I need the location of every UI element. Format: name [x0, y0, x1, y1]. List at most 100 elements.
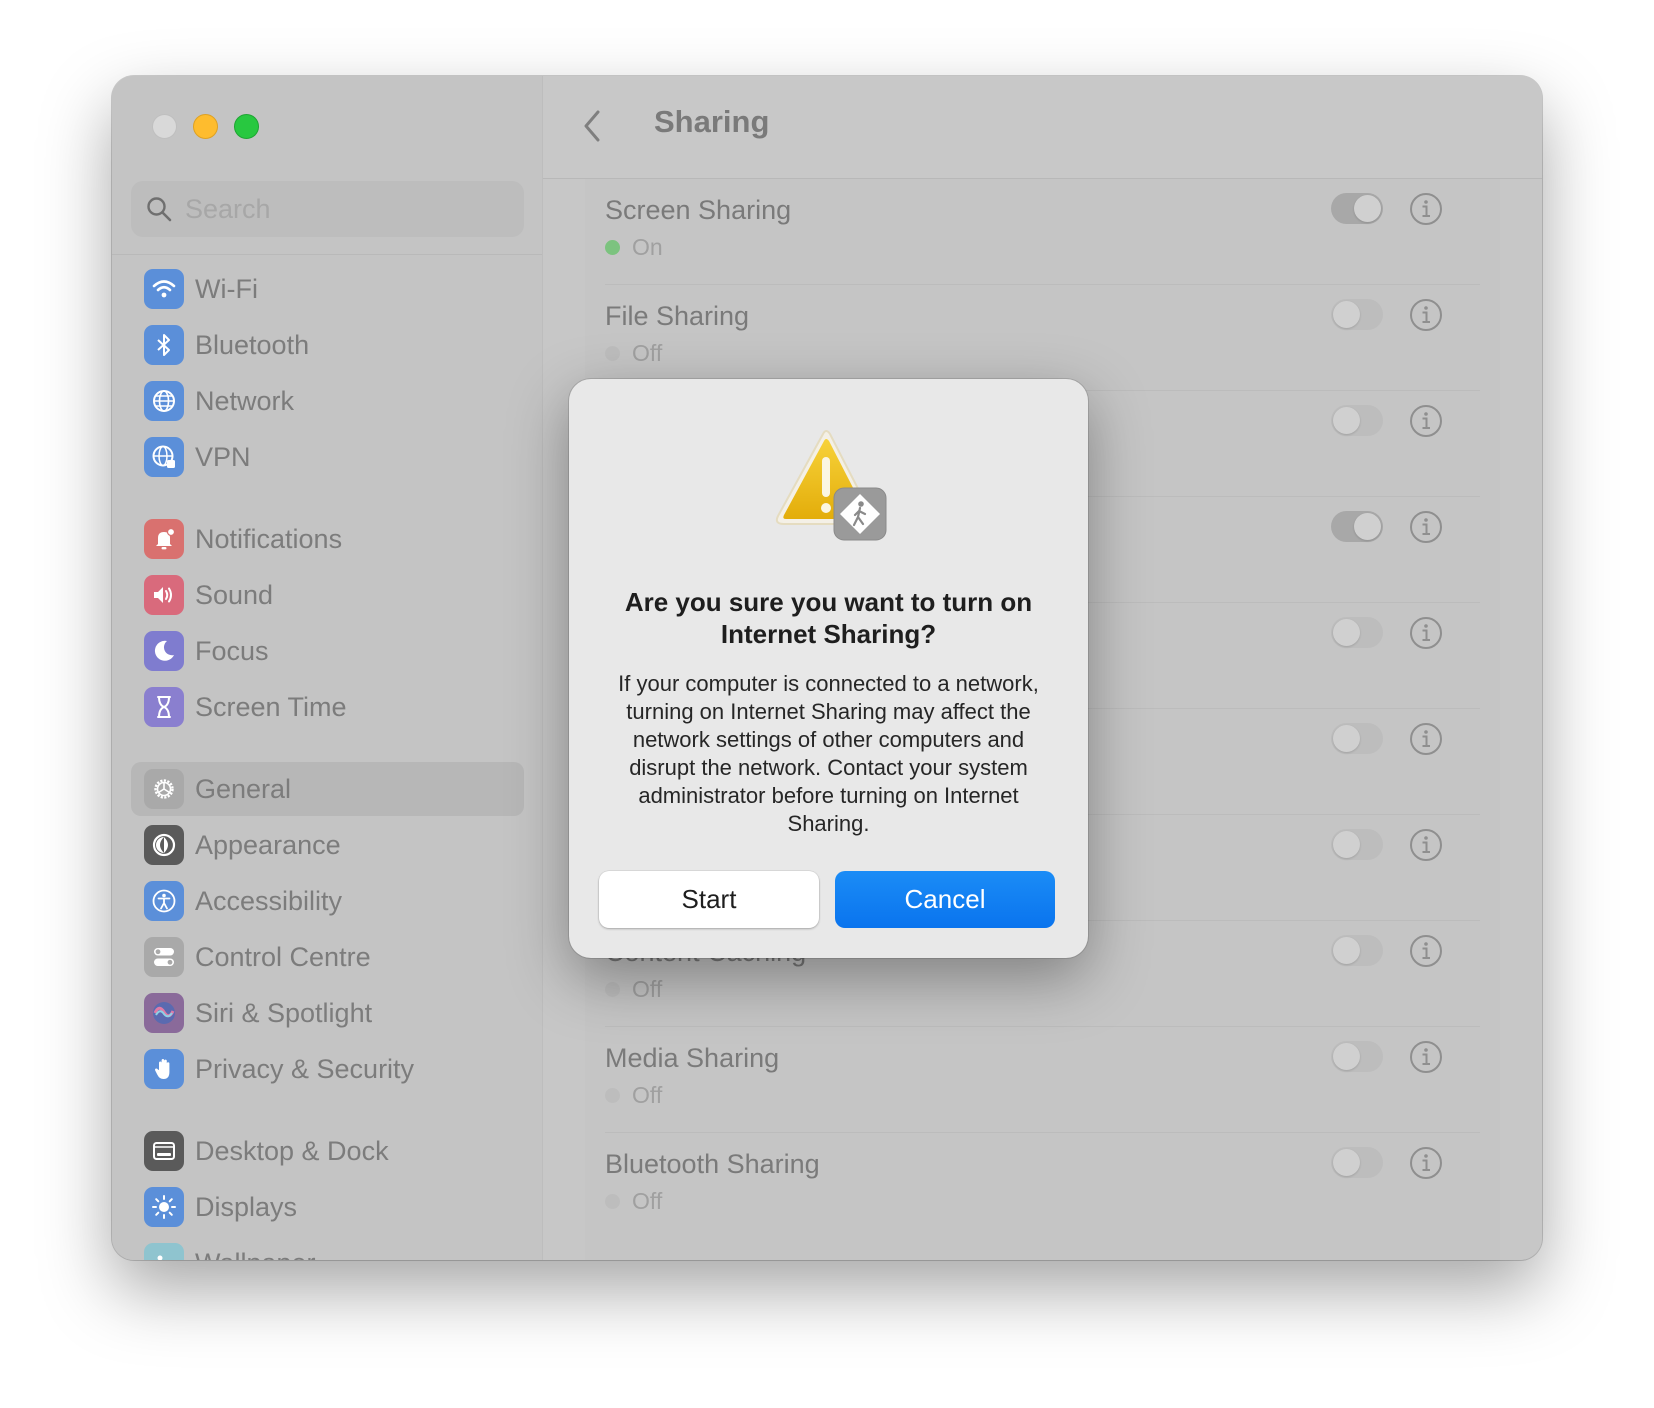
toggle-knob — [1333, 937, 1360, 964]
info-icon[interactable] — [1409, 1146, 1443, 1180]
sidebar-item-label: Displays — [195, 1191, 298, 1222]
moon-icon — [144, 631, 184, 671]
minimize-button[interactable] — [193, 114, 218, 139]
toggle-knob — [1333, 831, 1360, 858]
sidebar-item-screen-time[interactable]: Screen Time — [131, 680, 524, 734]
close-button[interactable] — [152, 114, 177, 139]
sidebar-item-displays[interactable]: Displays — [131, 1180, 524, 1234]
sidebar-item-focus[interactable]: Focus — [131, 624, 524, 678]
cancel-button[interactable]: Cancel — [835, 871, 1055, 928]
info-icon[interactable] — [1409, 934, 1443, 968]
bell-icon — [144, 519, 184, 559]
dialog-message: If your computer is connected to a netwo… — [618, 671, 1039, 836]
sidebar-item-control-centre[interactable]: Control Centre — [131, 930, 524, 984]
chevron-left-icon — [584, 110, 600, 142]
info-icon[interactable] — [1409, 722, 1443, 756]
sidebar-divider — [112, 254, 542, 255]
confirmation-dialog: Are you sure you want to turn on Interne… — [569, 379, 1088, 958]
service-toggle[interactable] — [1331, 617, 1383, 648]
sidebar-item-label: General — [195, 773, 292, 804]
status-text: Off — [632, 976, 663, 1002]
sharing-row: Bluetooth Sharing Off — [585, 1133, 1500, 1239]
sidebar-item-label: Screen Time — [195, 691, 347, 722]
siri-icon — [144, 993, 184, 1033]
sidebar-item-label: Sound — [195, 579, 274, 610]
service-toggle[interactable] — [1331, 405, 1383, 436]
search-input[interactable] — [185, 193, 505, 225]
info-icon[interactable] — [1409, 298, 1443, 332]
maximize-button[interactable] — [234, 114, 259, 139]
accessibility-icon — [144, 881, 184, 921]
sidebar-item-appearance[interactable]: Appearance — [131, 818, 524, 872]
status-text: Off — [632, 340, 663, 366]
sharing-row: Media Sharing Off — [585, 1027, 1500, 1133]
sidebar-item-label: VPN — [195, 441, 251, 472]
sidebar-item-accessibility[interactable]: Accessibility — [131, 874, 524, 928]
service-toggle[interactable] — [1331, 511, 1383, 542]
service-toggle[interactable] — [1331, 1147, 1383, 1178]
info-icon[interactable] — [1409, 616, 1443, 650]
hourglass-icon — [144, 687, 184, 727]
service-toggle[interactable] — [1331, 829, 1383, 860]
sidebar-item-wi-fi[interactable]: Wi-Fi — [131, 262, 524, 316]
sidebar-item-sound[interactable]: Sound — [131, 568, 524, 622]
sidebar-item-label: Focus — [195, 635, 269, 666]
sidebar-item-vpn[interactable]: VPN — [131, 430, 524, 484]
search-field[interactable] — [131, 181, 524, 237]
info-icon[interactable] — [1409, 510, 1443, 544]
control-centre-icon — [144, 937, 184, 977]
service-toggle[interactable] — [1331, 723, 1383, 754]
sidebar: Wi-Fi Bluetooth Network VPN Notifications Sou… — [112, 76, 543, 1260]
info-icon[interactable] — [1409, 1040, 1443, 1074]
service-status: Off — [605, 340, 662, 367]
sidebar-item-label: Control Centre — [195, 941, 371, 972]
sidebar-item-label: Notifications — [195, 523, 343, 554]
info-icon[interactable] — [1409, 828, 1443, 862]
sidebar-item-bluetooth[interactable]: Bluetooth — [131, 318, 524, 372]
status-text: On — [632, 234, 663, 260]
service-status: On — [605, 234, 663, 261]
sidebar-item-label: Wi-Fi — [195, 273, 258, 304]
sidebar-item-network[interactable]: Network — [131, 374, 524, 428]
sidebar-item-label: Accessibility — [195, 885, 343, 916]
service-toggle[interactable] — [1331, 935, 1383, 966]
status-text: Off — [632, 1188, 663, 1214]
sidebar-item-siri-spotlight[interactable]: Siri & Spotlight — [131, 986, 524, 1040]
header: Sharing — [543, 76, 1542, 179]
status-dot-icon — [605, 1088, 620, 1103]
info-icon[interactable] — [1409, 192, 1443, 226]
appearance-icon — [144, 825, 184, 865]
sidebar-item-desktop-dock[interactable]: Desktop & Dock — [131, 1124, 524, 1178]
caution-internet-sharing-icon — [775, 430, 887, 541]
sidebar-item-label: Wallpaper — [195, 1248, 316, 1261]
speaker-icon — [144, 575, 184, 615]
start-button[interactable]: Start — [599, 871, 819, 928]
gear-icon — [144, 769, 184, 809]
service-name: Media Sharing — [605, 1043, 780, 1073]
status-text: Off — [632, 1082, 663, 1108]
toggle-knob — [1333, 619, 1360, 646]
status-dot-icon — [605, 982, 620, 997]
back-button[interactable] — [581, 106, 611, 146]
sidebar-item-notifications[interactable]: Notifications — [131, 512, 524, 566]
wifi-icon — [144, 269, 184, 309]
toggle-knob — [1354, 195, 1381, 222]
service-toggle[interactable] — [1331, 1041, 1383, 1072]
sidebar-item-general[interactable]: General — [131, 762, 524, 816]
toggle-knob — [1333, 301, 1360, 328]
status-dot-icon — [605, 346, 620, 361]
sidebar-item-wallpaper[interactable]: Wallpaper — [131, 1236, 524, 1260]
toggle-knob — [1333, 725, 1360, 752]
traffic-lights — [152, 114, 259, 139]
sharing-row: Screen Sharing On — [585, 179, 1500, 285]
service-toggle[interactable] — [1331, 193, 1383, 224]
service-toggle[interactable] — [1331, 299, 1383, 330]
service-status: Off — [605, 1082, 662, 1109]
toggle-knob — [1333, 407, 1360, 434]
page-title: Sharing — [654, 104, 770, 139]
service-name: File Sharing — [605, 301, 750, 331]
info-icon[interactable] — [1409, 404, 1443, 438]
sidebar-item-label: Network — [195, 385, 295, 416]
bluetooth-icon — [144, 325, 184, 365]
sidebar-item-privacy-security[interactable]: Privacy & Security — [131, 1042, 524, 1096]
